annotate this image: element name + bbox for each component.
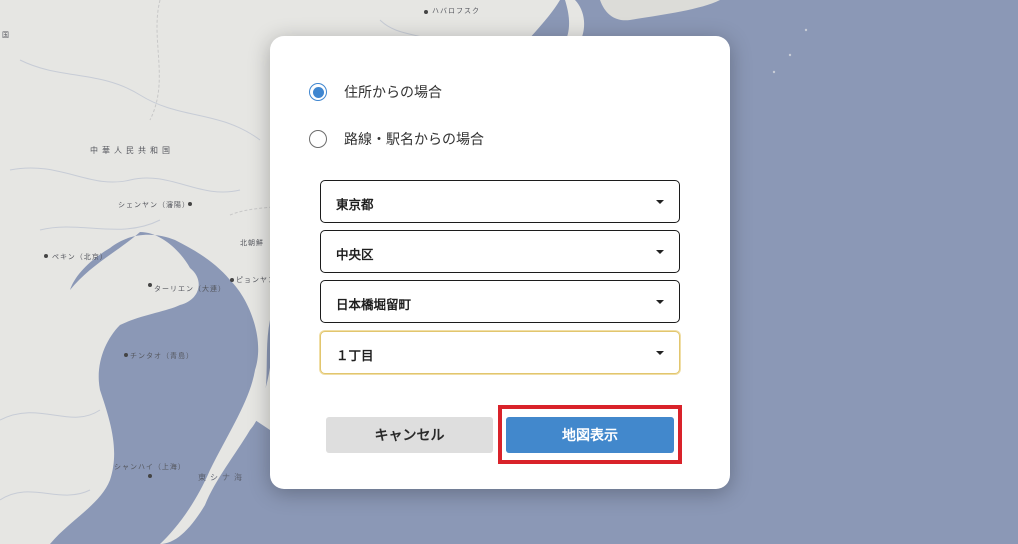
map-label-qingdao: チンタオ（青島） bbox=[130, 352, 194, 360]
radio-option-station[interactable]: 路線・駅名からの場合 bbox=[309, 129, 484, 149]
radio-button-checked[interactable] bbox=[309, 83, 327, 101]
radio-button-unchecked[interactable] bbox=[309, 130, 327, 148]
radio-label-station: 路線・駅名からの場合 bbox=[344, 132, 484, 148]
block-select-value: １丁目 bbox=[336, 348, 374, 363]
radio-option-address[interactable]: 住所からの場合 bbox=[309, 82, 442, 102]
map-label-dalian: ターリエン（大連） bbox=[154, 285, 226, 293]
location-search-dialog: 住所からの場合 路線・駅名からの場合 東京都 中央区 日本橋堀留町 １丁目 キャ… bbox=[270, 36, 730, 489]
chevron-down-icon bbox=[656, 300, 664, 304]
block-select[interactable]: １丁目 bbox=[320, 331, 680, 374]
radio-label-address: 住所からの場合 bbox=[344, 85, 442, 101]
cancel-button[interactable]: キャンセル bbox=[326, 417, 493, 453]
map-label-east-china-sea: 東シナ海 bbox=[198, 473, 246, 482]
show-map-button[interactable]: 地図表示 bbox=[506, 417, 674, 453]
radio-dot bbox=[312, 86, 324, 98]
chevron-down-icon bbox=[656, 351, 664, 355]
map-label-shenyang: シェンヤン（瀋陽） bbox=[118, 201, 190, 209]
map-label-khabarovsk: ハバロフスク bbox=[432, 7, 480, 15]
prefecture-select[interactable]: 東京都 bbox=[320, 180, 680, 223]
town-select[interactable]: 日本橋堀留町 bbox=[320, 280, 680, 323]
town-select-value: 日本橋堀留町 bbox=[336, 297, 412, 312]
map-label-china: 中華人民共和国 bbox=[90, 146, 174, 155]
map-label-left-edge: 国 bbox=[2, 31, 10, 39]
map-label-beijing: ペキン（北京） bbox=[52, 253, 108, 261]
map-label-shanghai: シャンハイ（上海） bbox=[114, 463, 186, 471]
prefecture-select-value: 東京都 bbox=[336, 197, 374, 212]
chevron-down-icon bbox=[656, 200, 664, 204]
city-select[interactable]: 中央区 bbox=[320, 230, 680, 273]
city-select-value: 中央区 bbox=[336, 247, 374, 262]
chevron-down-icon bbox=[656, 250, 664, 254]
map-label-north-korea: 北朝鮮 bbox=[240, 239, 264, 247]
